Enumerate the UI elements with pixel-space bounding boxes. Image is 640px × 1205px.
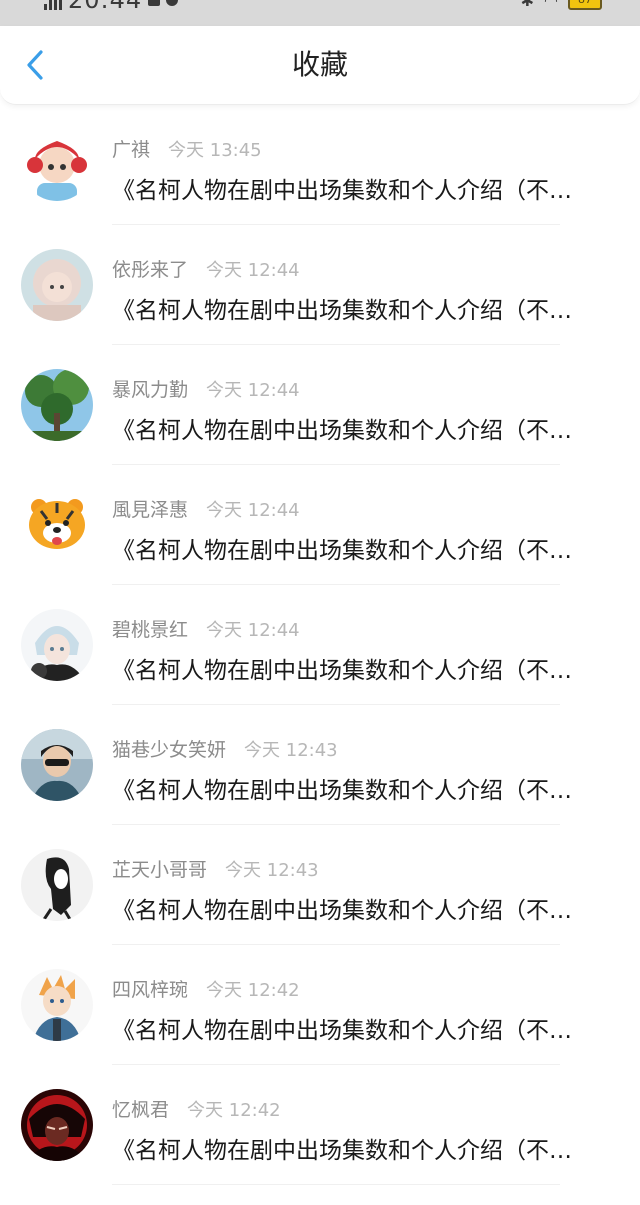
item-meta: 碧桃景红 今天 12:44 [112, 615, 300, 643]
status-right: ✱ ◠ 87 [521, 0, 602, 10]
username: 忆枫君 [112, 1099, 170, 1121]
avatar[interactable] [21, 729, 93, 801]
message-preview: 《名柯人物在剧中出场集数和个人介绍（不… [112, 1138, 572, 1164]
bluetooth-icon: ✱ [520, 0, 535, 10]
item-meta: 四风梓琬 今天 12:42 [112, 975, 300, 1003]
list-item[interactable]: 四风梓琬 今天 12:42 《名柯人物在剧中出场集数和个人介绍（不… [0, 945, 640, 1065]
timestamp: 今天 12:42 [206, 980, 300, 1001]
status-left: 20:44 [44, 0, 179, 14]
avatar[interactable] [21, 489, 93, 561]
timestamp: 今天 12:44 [206, 500, 300, 521]
wifi-icon: ◠ [544, 0, 558, 10]
avatar-image-icon [21, 369, 93, 441]
timestamp: 今天 12:44 [206, 260, 300, 281]
avatar[interactable] [21, 369, 93, 441]
username: 猫巷少女笑妍 [112, 739, 227, 761]
message-preview: 《名柯人物在剧中出场集数和个人介绍（不… [112, 178, 572, 204]
battery-icon: 87 [568, 0, 602, 10]
list-item[interactable]: 碧桃景红 今天 12:44 《名柯人物在剧中出场集数和个人介绍（不… [0, 585, 640, 705]
list-item[interactable]: 風見泽惠 今天 12:44 《名柯人物在剧中出场集数和个人介绍（不… [0, 465, 640, 585]
favorites-list: 广祺 今天 13:45 《名柯人物在剧中出场集数和个人介绍（不… 依彤来了 今天… [0, 105, 640, 1185]
item-meta: 猫巷少女笑妍 今天 12:43 [112, 735, 338, 763]
list-item[interactable]: 依彤来了 今天 12:44 《名柯人物在剧中出场集数和个人介绍（不… [0, 225, 640, 345]
username: 依彤来了 [112, 259, 189, 281]
alarm-icon [166, 0, 179, 6]
avatar[interactable] [21, 249, 93, 321]
timestamp: 今天 12:44 [206, 380, 300, 401]
item-meta: 依彤来了 今天 12:44 [112, 255, 300, 283]
avatar[interactable] [21, 849, 93, 921]
status-time: 20:44 [68, 0, 143, 14]
username: 芷天小哥哥 [112, 859, 208, 881]
avatar-image-icon [21, 849, 93, 921]
timestamp: 今天 12:42 [187, 1100, 281, 1121]
list-item[interactable]: 广祺 今天 13:45 《名柯人物在剧中出场集数和个人介绍（不… [0, 105, 640, 225]
timestamp: 今天 12:43 [225, 860, 319, 881]
message-preview: 《名柯人物在剧中出场集数和个人介绍（不… [112, 298, 572, 324]
timestamp: 今天 12:44 [206, 620, 300, 641]
item-meta: 芷天小哥哥 今天 12:43 [112, 855, 319, 883]
message-preview: 《名柯人物在剧中出场集数和个人介绍（不… [112, 538, 572, 564]
username: 風見泽惠 [112, 499, 189, 521]
message-preview: 《名柯人物在剧中出场集数和个人介绍（不… [112, 418, 572, 444]
avatar[interactable] [21, 969, 93, 1041]
item-meta: 風見泽惠 今天 12:44 [112, 495, 300, 523]
avatar-image-icon [21, 489, 93, 561]
list-item[interactable]: 芷天小哥哥 今天 12:43 《名柯人物在剧中出场集数和个人介绍（不… [0, 825, 640, 945]
avatar-image-icon [21, 729, 93, 801]
list-item[interactable]: 暴风力勤 今天 12:44 《名柯人物在剧中出场集数和个人介绍（不… [0, 345, 640, 465]
username: 暴风力勤 [112, 379, 189, 401]
username: 碧桃景红 [112, 619, 189, 641]
avatar[interactable] [21, 1089, 93, 1161]
list-item[interactable]: 忆枫君 今天 12:42 《名柯人物在剧中出场集数和个人介绍（不… [0, 1065, 640, 1185]
avatar-image-icon [21, 249, 93, 321]
message-preview: 《名柯人物在剧中出场集数和个人介绍（不… [112, 658, 572, 684]
avatar-image-icon [21, 969, 93, 1041]
list-item[interactable]: 猫巷少女笑妍 今天 12:43 《名柯人物在剧中出场集数和个人介绍（不… [0, 705, 640, 825]
message-preview: 《名柯人物在剧中出场集数和个人介绍（不… [112, 778, 572, 804]
timestamp: 今天 12:43 [244, 740, 338, 761]
status-bar: 20:44 ✱ ◠ 87 [0, 0, 640, 26]
message-preview: 《名柯人物在剧中出场集数和个人介绍（不… [112, 1018, 572, 1044]
timestamp: 今天 13:45 [168, 140, 262, 161]
signal-icon [44, 0, 62, 10]
divider [112, 1184, 560, 1185]
item-meta: 忆枫君 今天 12:42 [112, 1095, 281, 1123]
avatar-image-icon [21, 129, 93, 201]
avatar[interactable] [21, 609, 93, 681]
avatar-image-icon [21, 1089, 93, 1161]
username: 四风梓琬 [112, 979, 189, 1001]
avatar-image-icon [21, 609, 93, 681]
item-meta: 广祺 今天 13:45 [112, 135, 262, 163]
message-preview: 《名柯人物在剧中出场集数和个人介绍（不… [112, 898, 572, 924]
username: 广祺 [112, 139, 151, 161]
notification-icon [148, 0, 161, 6]
item-meta: 暴风力勤 今天 12:44 [112, 375, 300, 403]
top-bar: 收藏 [0, 26, 640, 105]
page-title: 收藏 [291, 48, 348, 81]
avatar[interactable] [21, 129, 93, 201]
